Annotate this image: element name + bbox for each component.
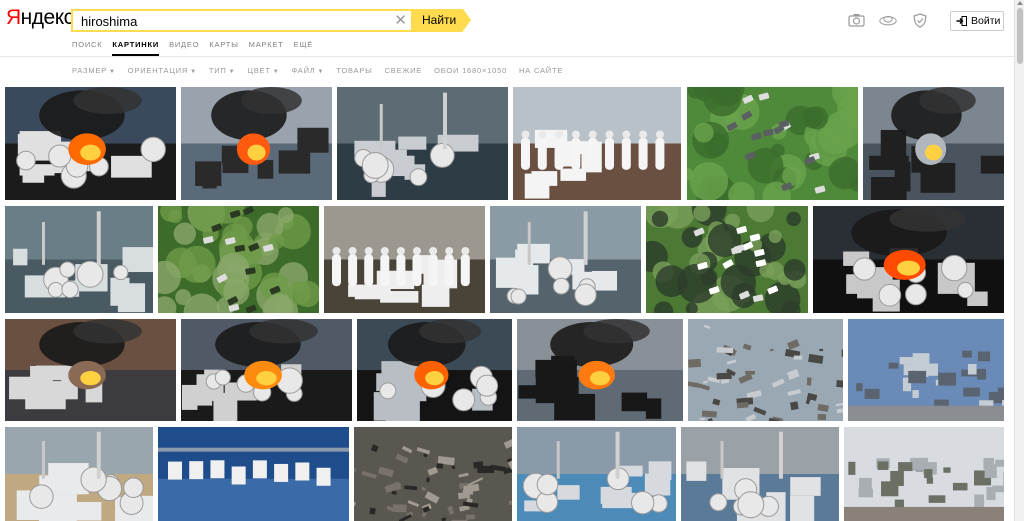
filter-item-6[interactable]: СВЕЖИЕ [385,66,423,77]
login-arrow-icon [956,16,967,26]
header-icons [847,12,929,28]
thumbnail-image [863,87,1004,200]
image-result-1[interactable] [181,87,332,200]
thumbnail-image [354,427,512,521]
scrollbar[interactable] [1014,0,1024,521]
filter-item-0[interactable]: РАЗМЕР ▼ [72,66,116,77]
image-result-4[interactable] [687,87,858,200]
thumbnail-image [5,427,153,521]
image-result-6[interactable] [5,206,153,313]
image-result-11[interactable] [813,206,1004,313]
filter-item-1[interactable]: ОРИЕНТАЦИЯ ▼ [128,66,197,77]
filter-item-3[interactable]: ЦВЕТ ▼ [247,66,279,77]
image-result-20[interactable] [354,427,512,521]
filter-bar: РАЗМЕР ▼ ОРИЕНТАЦИЯ ▼ ТИП ▼ ЦВЕТ ▼ ФАЙЛ ▼ ТОВАРЫ СВ… [72,66,563,77]
search-button[interactable]: Найти [411,9,471,32]
search-input[interactable] [81,13,381,29]
thumbnail-image [513,87,681,200]
thumbnail-image [324,206,485,313]
thumbnail-image [181,319,352,421]
thumbnail-image [681,427,839,521]
thumbnail-image [688,319,843,421]
image-result-5[interactable] [863,87,1004,200]
image-result-19[interactable] [158,427,349,521]
chevron-down-icon: ▼ [109,69,116,75]
search-box: ✕ [71,9,411,32]
image-result-17[interactable] [848,319,1004,421]
thumbnail-image [5,319,176,421]
image-result-14[interactable] [357,319,512,421]
login-button[interactable]: Войти [950,11,1004,31]
image-result-15[interactable] [517,319,683,421]
filter-item-2[interactable]: ТИП ▼ [209,66,236,77]
thumbnail-image [490,206,641,313]
thumbnail-image [813,206,1004,313]
service-tab-0[interactable]: ПОИСК [72,40,102,56]
thumbnail-image [848,319,1004,421]
thumbnail-image [158,427,349,521]
thumbnail-image [5,206,153,313]
thumbnail-image [357,319,512,421]
image-result-13[interactable] [181,319,352,421]
image-result-7[interactable] [158,206,319,313]
filter-item-4[interactable]: ФАЙЛ ▼ [291,66,324,77]
image-result-9[interactable] [490,206,641,313]
service-tabs: ПОИСК КАРТИНКИ ВИДЕО КАРТЫ МАРКЕТ ЕЩЁ [72,40,313,56]
filter-item-5[interactable]: ТОВАРЫ [336,66,372,77]
image-result-21[interactable] [517,427,676,521]
thumbnail-image [517,427,676,521]
clear-icon[interactable]: ✕ [394,12,407,30]
service-tab-4[interactable]: МАРКЕТ [249,40,284,56]
chevron-down-icon: ▼ [272,69,280,75]
image-result-16[interactable] [688,319,843,421]
chevron-down-icon: ▼ [317,69,325,75]
image-result-8[interactable] [324,206,485,313]
thumbnail-image [646,206,808,313]
camera-icon[interactable] [847,12,865,28]
shield-icon[interactable] [911,12,929,28]
image-result-3[interactable] [513,87,681,200]
image-result-12[interactable] [5,319,176,421]
filter-item-8[interactable]: НА САЙТЕ [519,66,563,77]
thumbnail-image [687,87,858,200]
thumbnail-image [5,87,176,200]
image-result-22[interactable] [681,427,839,521]
image-result-2[interactable] [337,87,508,200]
chevron-down-icon: ▼ [190,69,197,75]
thumbnail-image [517,319,683,421]
login-label: Войти [971,15,1001,27]
scroll-thumb[interactable] [1017,8,1023,64]
header-divider [0,56,1014,57]
header: Яндекс ✕ Найти ПОИСК КАРТИНКИ ВИДЕО КАРТЫ МА… [0,0,1014,56]
chevron-down-icon: ▼ [228,69,236,75]
image-result-0[interactable] [5,87,176,200]
service-tab-3[interactable]: КАРТЫ [209,40,238,56]
thumbnail-image [158,206,319,313]
thumbnail-image [181,87,332,200]
thumbnail-image [337,87,508,200]
scroll-up-arrow[interactable] [1017,1,1023,5]
image-result-23[interactable] [844,427,1004,521]
service-tab-1[interactable]: КАРТИНКИ [112,40,160,56]
image-result-10[interactable] [646,206,808,313]
image-result-18[interactable] [5,427,153,521]
service-tab-2[interactable]: ВИДЕО [169,40,199,56]
service-tab-5[interactable]: ЕЩЁ [294,40,313,56]
yandex-logo[interactable]: Яндекс [6,6,74,30]
thumbnail-image [844,427,1004,521]
cloud-disk-icon[interactable] [879,12,897,28]
filter-item-7[interactable]: ОБОИ 1680×1050 [434,66,507,77]
